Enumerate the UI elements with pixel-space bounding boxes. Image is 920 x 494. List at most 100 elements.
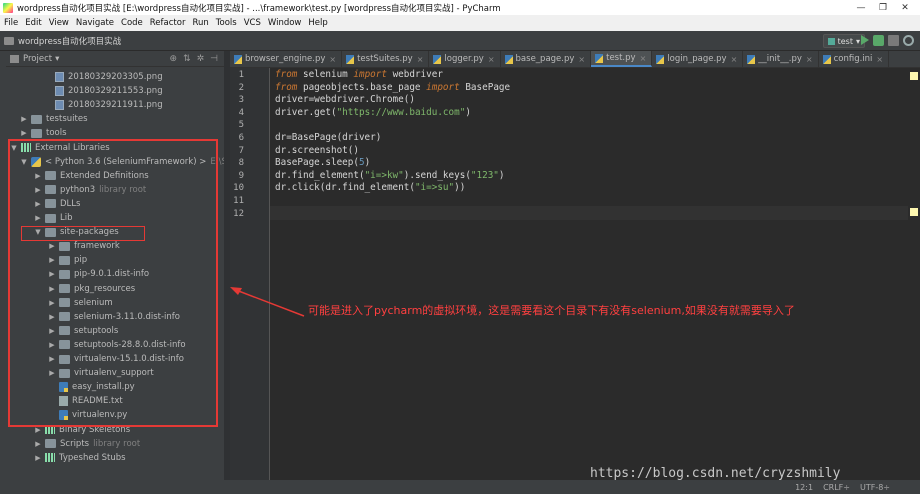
code-token: driver.get( [275, 106, 337, 118]
tree-node[interactable]: 20180329211911.png [6, 98, 163, 112]
folder-icon [31, 128, 42, 138]
editor-tab[interactable]: logger.py × [429, 51, 501, 67]
code-editor[interactable]: from selenium import webdriver from pageo… [275, 68, 920, 494]
editor-tab-label: test.py [606, 53, 636, 63]
line-separator[interactable]: CRLF÷ [823, 483, 850, 492]
editor-tab-label: testSuites.py [357, 54, 413, 64]
file-encoding[interactable]: UTF-8÷ [860, 483, 890, 492]
editor-tab[interactable]: testSuites.py × [342, 51, 430, 67]
run-icon[interactable] [861, 35, 869, 45]
pycharm-window: wordpress自动化项目实战 [E:\wordpress自动化项目实战] -… [0, 0, 920, 494]
collapsed-arrow-icon[interactable]: ▶ [20, 129, 28, 137]
tree-node-label: Typeshed Stubs [59, 452, 126, 463]
collapsed-arrow-icon[interactable]: ▶ [20, 115, 28, 123]
close-tab-icon[interactable]: × [329, 55, 336, 64]
code-token: BasePage [459, 81, 511, 93]
hide-panel-icon[interactable]: ⊣ [210, 54, 218, 64]
chevron-down-icon[interactable]: ▾ [55, 54, 59, 64]
code-line[interactable]: BasePage.sleep(5) [275, 157, 370, 170]
menu-code[interactable]: Code [121, 18, 143, 28]
line-number: 3 [238, 95, 244, 106]
project-panel-header: Project ▾ ⊕ ⇅ ✲ ⊣ [6, 51, 224, 67]
menu-edit[interactable]: Edit [25, 18, 41, 28]
python-run-icon [827, 37, 835, 45]
highlight-box-site-packages [21, 226, 145, 241]
highlight-box-external-libraries [8, 139, 218, 427]
collapse-all-icon[interactable]: ⇅ [183, 54, 191, 64]
folder-icon [31, 114, 42, 124]
line-number: 7 [238, 145, 244, 156]
tree-node[interactable]: ▶ testsuites [6, 112, 87, 126]
menu-file[interactable]: File [4, 18, 18, 28]
editor-tab[interactable]: test.py × [591, 51, 653, 67]
code-line[interactable]: dr.click(dr.find_element("i=>su")) [275, 182, 465, 195]
menu-refactor[interactable]: Refactor [150, 18, 186, 28]
menu-window[interactable]: Window [268, 18, 302, 28]
project-panel-title[interactable]: Project [23, 54, 52, 64]
tree-node-label: Scripts [60, 438, 90, 449]
menu-tools[interactable]: Tools [216, 18, 237, 28]
line-number: 4 [238, 107, 244, 118]
editor-tab-label: config.ini [833, 54, 873, 64]
close-tab-icon[interactable]: × [876, 55, 883, 64]
tree-node[interactable]: 20180329203305.png [6, 70, 163, 84]
search-everywhere-icon[interactable] [903, 35, 914, 46]
debug-icon[interactable] [873, 35, 884, 46]
editor-tab[interactable]: __init__.py × [743, 51, 819, 67]
menu-run[interactable]: Run [192, 18, 208, 28]
breadcrumb-project[interactable]: wordpress自动化项目实战 [18, 35, 121, 47]
code-line[interactable]: dr.find_element("i=>kw").send_keys("123"… [275, 170, 505, 183]
close-tab-icon[interactable]: × [578, 55, 585, 64]
editor-tab[interactable]: base_page.py × [501, 51, 592, 67]
settings-gear-icon[interactable]: ✲ [197, 54, 205, 64]
line-number: 6 [238, 133, 244, 143]
annotation-arrow [230, 287, 305, 317]
python-file-icon [234, 54, 242, 64]
code-line[interactable]: dr.screenshot() [275, 145, 359, 158]
close-button[interactable]: ✕ [894, 3, 916, 13]
menu-help[interactable]: Help [308, 18, 327, 28]
folder-icon [4, 36, 14, 45]
code-line[interactable]: from pageobjects.base_page import BasePa… [275, 82, 510, 95]
python-file-icon [822, 54, 831, 64]
code-token: selenium [297, 69, 354, 80]
code-token: "i=>kw" [364, 169, 404, 181]
close-tab-icon[interactable]: × [806, 55, 813, 64]
collapsed-arrow-icon[interactable]: ▶ [34, 454, 42, 462]
close-tab-icon[interactable]: × [417, 55, 424, 64]
editor-tab[interactable]: login_page.py × [652, 51, 744, 67]
minimize-button[interactable]: — [850, 3, 872, 13]
warning-marker[interactable] [910, 72, 918, 80]
stop-icon[interactable] [888, 35, 899, 46]
close-tab-icon[interactable]: × [640, 54, 647, 63]
close-tab-icon[interactable]: × [488, 55, 495, 64]
tree-node[interactable]: 20180329211553.png [6, 84, 163, 98]
editor-tab[interactable]: config.ini × [819, 51, 890, 67]
code-line[interactable]: driver.get("https://www.baidu.com") [275, 107, 471, 120]
editor-tab-label: __init__.py [758, 54, 802, 64]
tree-node[interactable]: ▶ Scripts library root [6, 437, 140, 451]
code-line[interactable]: driver=webdriver.Chrome() [275, 94, 415, 107]
warning-marker[interactable] [910, 208, 918, 216]
maximize-button[interactable]: ❐ [872, 3, 894, 13]
tree-node[interactable]: ▶ Typeshed Stubs [6, 451, 126, 465]
line-number: 12 [233, 208, 244, 219]
python-file-icon [595, 53, 604, 63]
menu-navigate[interactable]: Navigate [76, 18, 114, 28]
code-line[interactable]: from selenium import webdriver [275, 69, 443, 82]
code-token: import [426, 81, 460, 93]
navigation-bar: wordpress自动化项目实战 test ▾ [0, 31, 920, 51]
python-file-icon [433, 54, 442, 64]
code-line[interactable]: dr=BasePage(driver) [275, 132, 381, 145]
code-token: from [275, 81, 298, 93]
cursor-position[interactable]: 12:1 [795, 483, 813, 492]
scroll-from-source-icon[interactable]: ⊕ [170, 54, 178, 64]
editor-tab[interactable]: browser_engine.py × [230, 51, 343, 67]
menu-view[interactable]: View [49, 18, 69, 28]
title-bar: wordpress自动化项目实战 [E:\wordpress自动化项目实战] -… [0, 0, 920, 15]
menu-vcs[interactable]: VCS [244, 18, 261, 28]
project-icon [10, 54, 19, 63]
collapsed-arrow-icon[interactable]: ▶ [34, 440, 42, 448]
library-icon [45, 453, 55, 463]
close-tab-icon[interactable]: × [731, 55, 738, 64]
